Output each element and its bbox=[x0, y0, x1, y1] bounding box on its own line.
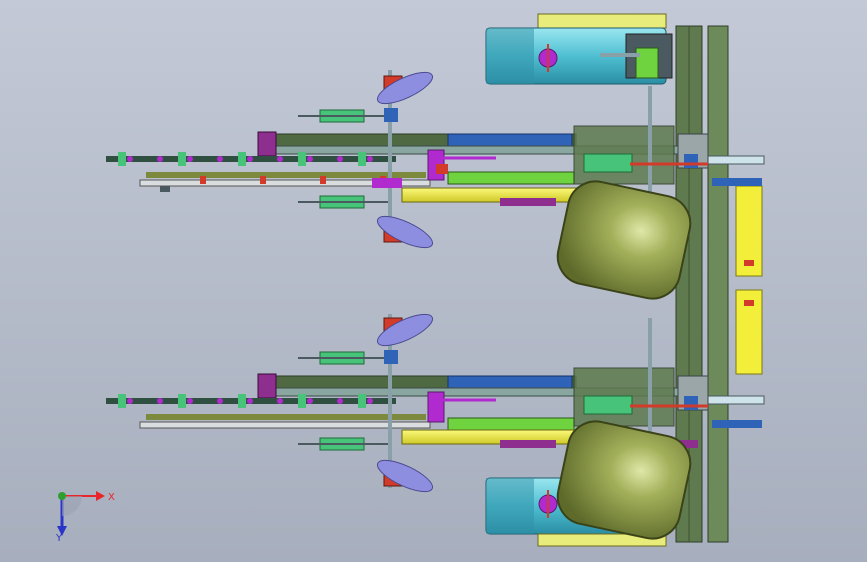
y-axis-label: Y bbox=[55, 533, 63, 542]
wheel-top bbox=[485, 13, 673, 85]
hopper-upper bbox=[556, 180, 692, 300]
cad-viewport[interactable]: X Y bbox=[0, 0, 867, 562]
triad-plane bbox=[62, 496, 82, 516]
origin-marker bbox=[58, 492, 66, 500]
axis-triad: X Y bbox=[55, 491, 115, 542]
x-axis-label: X bbox=[108, 492, 115, 503]
assembly-drawing bbox=[106, 13, 765, 547]
